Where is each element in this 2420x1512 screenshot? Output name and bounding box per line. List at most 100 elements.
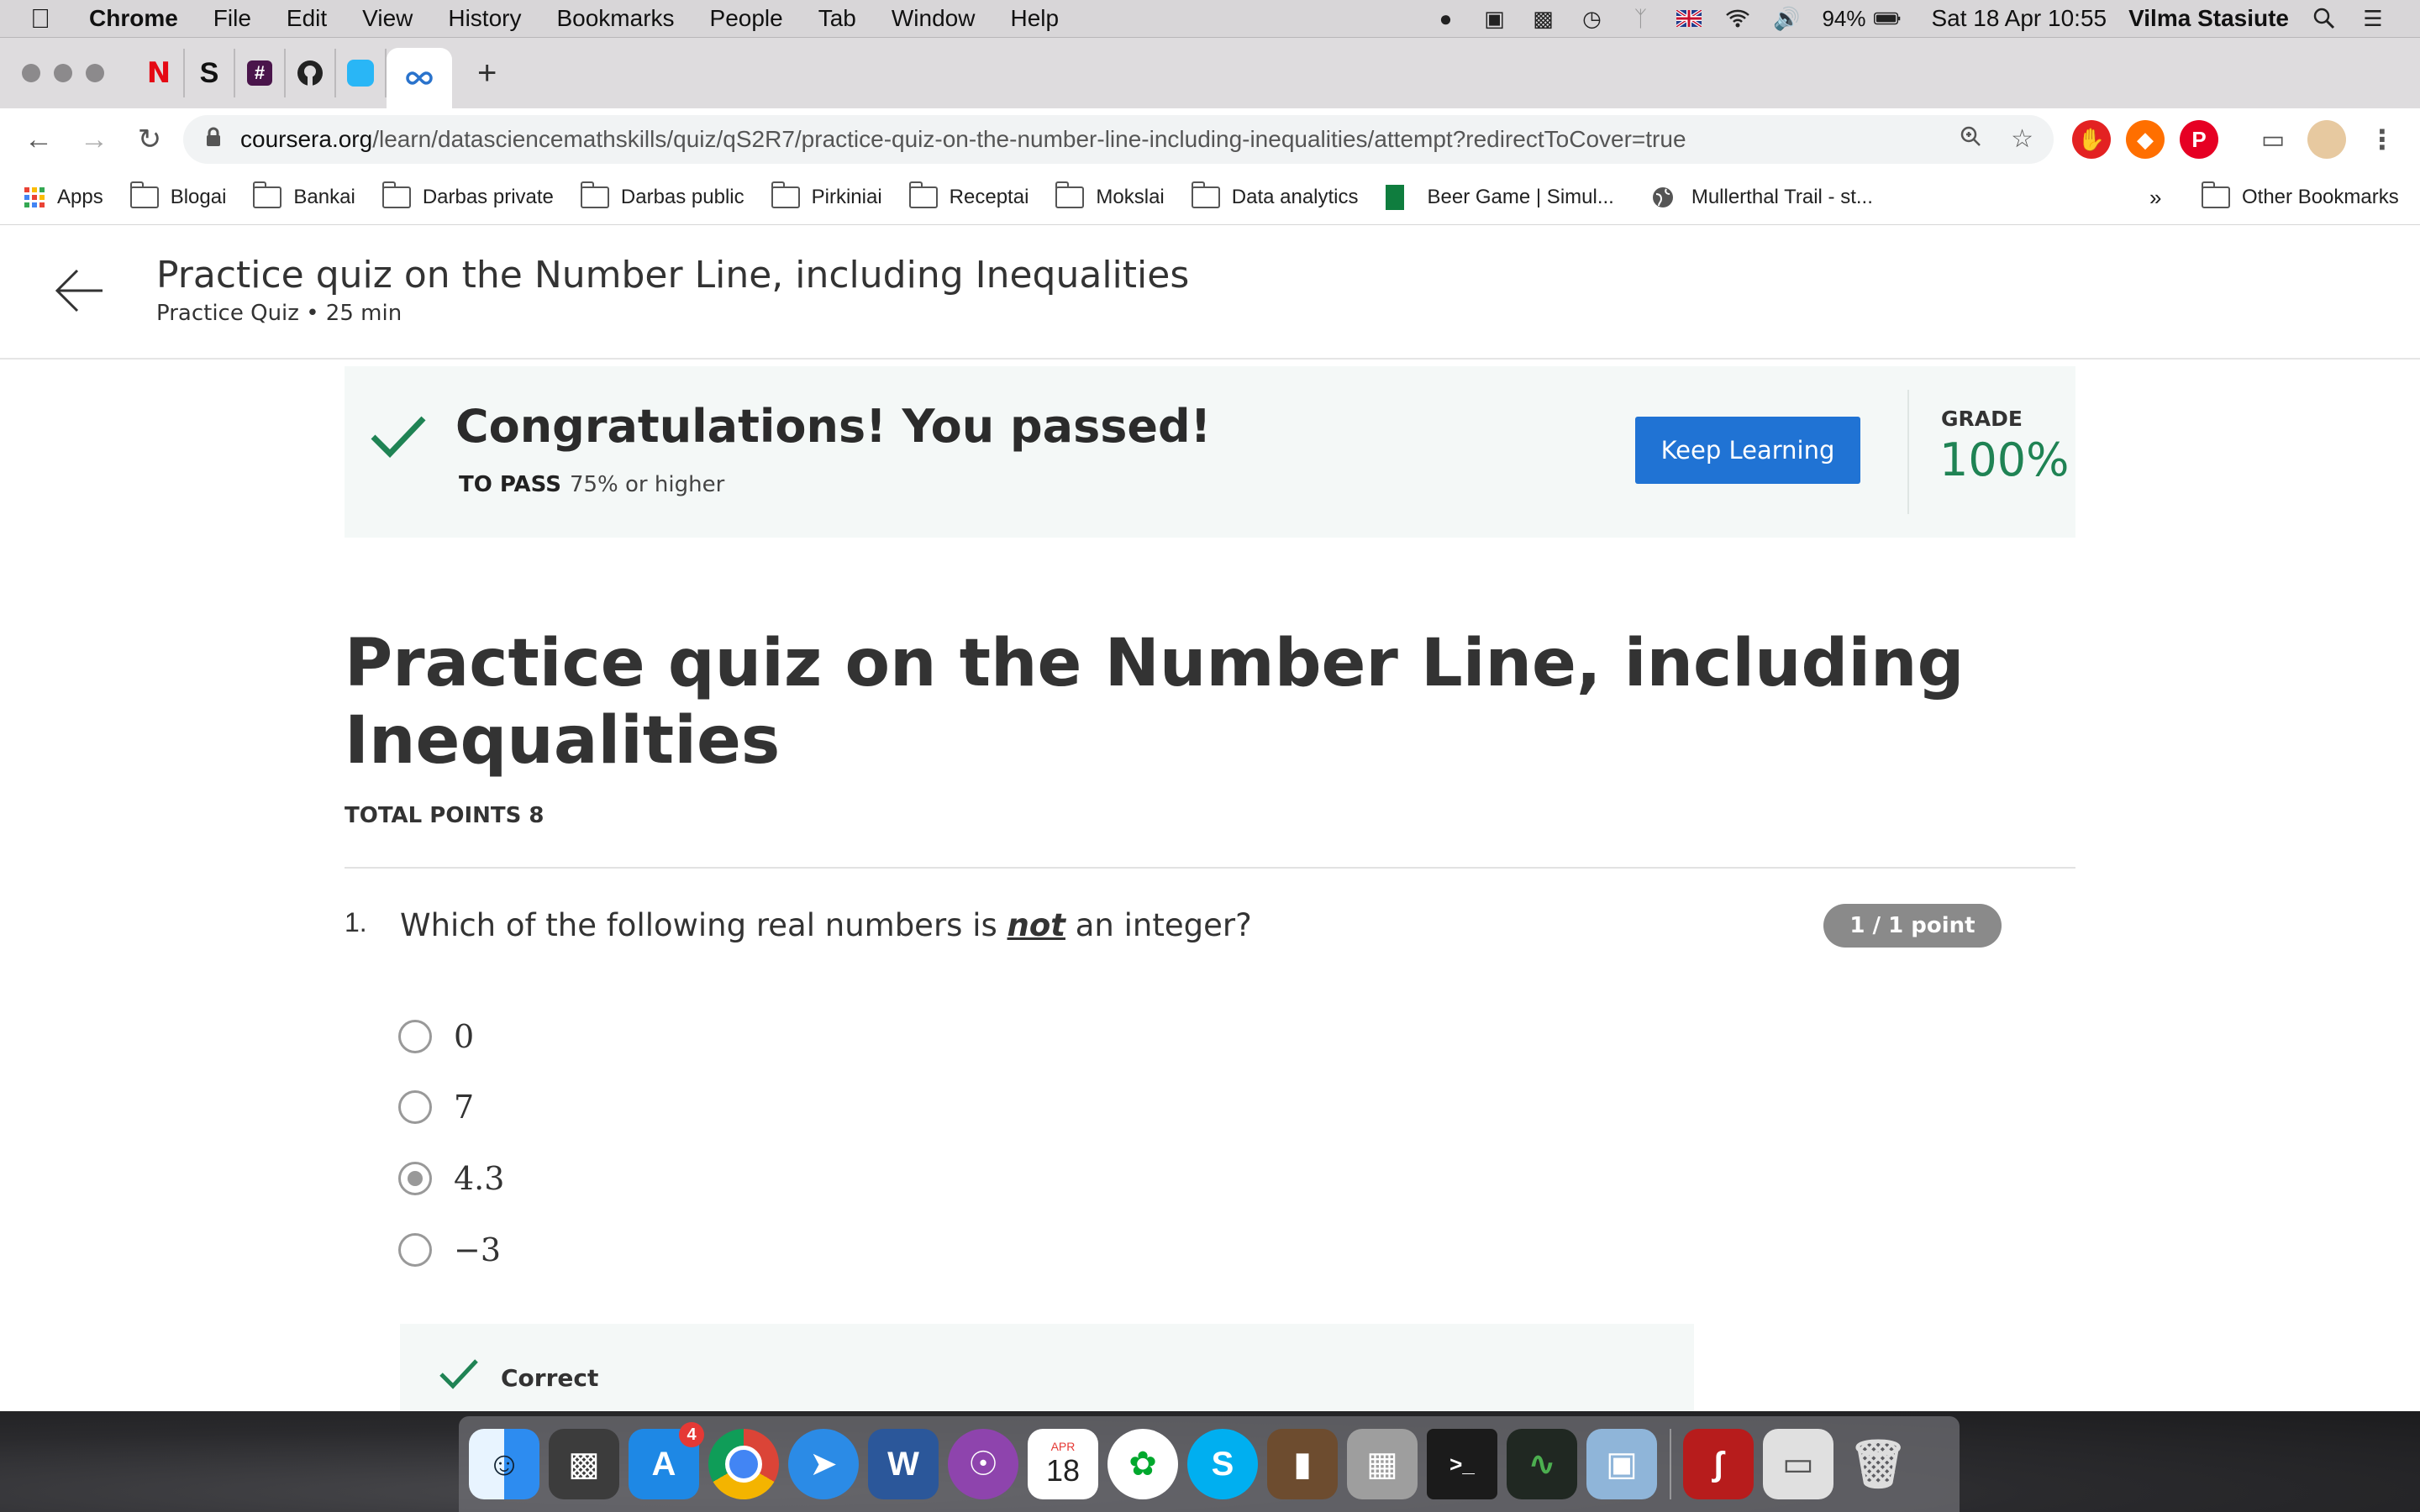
bookmark-folder-blogai[interactable]: Blogai — [129, 181, 226, 209]
back-arrow-icon[interactable] — [52, 264, 106, 318]
bookmark-star-icon[interactable]: ☆ — [2011, 124, 2033, 155]
answer-option-selected[interactable]: 4.3 — [398, 1160, 504, 1197]
menu-app-name[interactable]: Chrome — [89, 5, 178, 32]
image-capture-icon[interactable]: ▩ — [549, 1429, 619, 1499]
answer-option[interactable]: 0 — [398, 1018, 474, 1055]
bookmark-folder-receptai[interactable]: Receptai — [908, 181, 1028, 209]
close-window-button[interactable] — [22, 64, 40, 82]
menu-view[interactable]: View — [362, 5, 413, 32]
menu-file[interactable]: File — [213, 5, 251, 32]
tab-scribd[interactable]: S — [185, 49, 235, 97]
question-number: 1. — [345, 907, 367, 937]
profile-avatar[interactable] — [2307, 120, 2346, 159]
activity-monitor-icon[interactable]: ∿ — [1507, 1429, 1577, 1499]
skype-icon[interactable]: S — [1187, 1429, 1258, 1499]
check-icon — [439, 1359, 478, 1389]
bookmark-mullerthal-trail[interactable]: Mullerthal Trail - st... — [1651, 186, 1873, 209]
evernote-icon[interactable]: ✿ — [1107, 1429, 1178, 1499]
menu-window[interactable]: Window — [892, 5, 976, 32]
reload-icon[interactable]: ↻ — [133, 123, 166, 156]
menu-history[interactable]: History — [448, 5, 521, 32]
downloads-stack-icon[interactable]: ▭ — [1763, 1429, 1833, 1499]
bluetooth-icon[interactable]: ᛉ — [1627, 6, 1654, 31]
bookmark-beer-game[interactable]: Beer Game | Simul... — [1385, 185, 1614, 210]
tab-coursera-active[interactable] — [387, 48, 452, 108]
finder-icon[interactable]: ☺ — [469, 1429, 539, 1499]
answer-option[interactable]: 7 — [398, 1089, 474, 1126]
app-store-icon[interactable]: A4 — [629, 1422, 704, 1499]
calendar-icon[interactable]: APR 18 — [1028, 1429, 1098, 1499]
address-bar[interactable]: coursera.org/learn/datasciencemathskills… — [183, 115, 2054, 164]
tab-netflix[interactable]: N — [134, 49, 185, 97]
evernote-status-icon[interactable]: ● — [1432, 6, 1459, 31]
word-icon[interactable]: W — [868, 1429, 939, 1499]
bookmark-folder-pirkiniai[interactable]: Pirkiniai — [771, 181, 882, 209]
lock-icon[interactable] — [205, 127, 222, 153]
volume-icon[interactable]: 🔊 — [1773, 6, 1800, 31]
radio-button-selected[interactable] — [398, 1162, 432, 1195]
chrome-menu-icon[interactable]: ⋮ — [2363, 120, 2402, 159]
uk-flag-icon[interactable] — [1676, 7, 1702, 30]
other-bookmarks-folder[interactable]: Other Bookmarks — [2202, 181, 2399, 209]
keep-learning-button[interactable]: Keep Learning — [1635, 417, 1860, 484]
minimize-window-button[interactable] — [54, 64, 72, 82]
menubar-clock[interactable]: Sat 18 Apr 10:55 — [1931, 5, 2107, 32]
bookmark-folder-darbas-private[interactable]: Darbas private — [381, 181, 554, 209]
radio-button[interactable] — [398, 1090, 432, 1124]
trash-icon[interactable]: 🗑 — [1843, 1429, 1913, 1499]
answer-option[interactable]: −3 — [398, 1231, 501, 1268]
preview-icon[interactable]: ▣ — [1586, 1429, 1657, 1499]
grade-value: 100% — [1939, 433, 2070, 486]
adblock-extension-icon[interactable]: ✋ — [2072, 120, 2111, 159]
spotlight-search-icon[interactable] — [2311, 7, 2338, 30]
screenshot-status-icon[interactable]: ▣ — [1481, 6, 1507, 31]
app-store-badge: 4 — [679, 1422, 704, 1447]
tab-extension[interactable] — [336, 49, 387, 97]
podcasts-icon[interactable]: ☉ — [948, 1429, 1018, 1499]
menu-help[interactable]: Help — [1010, 5, 1059, 32]
menu-edit[interactable]: Edit — [287, 5, 327, 32]
zoom-icon[interactable] — [1959, 124, 1982, 155]
notification-center-icon[interactable]: ☰ — [2360, 6, 2386, 31]
calendar-month: APR — [1050, 1440, 1076, 1453]
header-title: Practice quiz on the Number Line, includ… — [156, 254, 1190, 297]
orange-extension-icon[interactable]: ◆ — [2126, 120, 2165, 159]
forward-nav-icon[interactable]: → — [77, 123, 111, 156]
time-machine-icon[interactable]: ◷ — [1578, 6, 1605, 31]
terminal-icon[interactable]: >_ — [1427, 1429, 1497, 1499]
bookmark-folder-darbas-public[interactable]: Darbas public — [580, 181, 744, 209]
new-tab-button[interactable]: + — [477, 55, 497, 92]
chrome-icon[interactable] — [708, 1429, 779, 1499]
wifi-icon[interactable] — [1724, 7, 1751, 30]
question-text: Which of the following real numbers is n… — [400, 907, 1252, 943]
bookmarks-overflow-button[interactable]: » — [2149, 185, 2161, 211]
calculator-icon[interactable]: ▦ — [1347, 1429, 1418, 1499]
cast-icon[interactable]: ▭ — [2254, 120, 2292, 159]
apple-menu-icon[interactable]:  — [30, 4, 55, 33]
bookmark-label: Data analytics — [1231, 186, 1359, 208]
menu-people[interactable]: People — [710, 5, 783, 32]
safari-icon[interactable]: ➤ — [788, 1429, 859, 1499]
radio-button[interactable] — [398, 1233, 432, 1267]
battery-percent[interactable]: 94% — [1822, 6, 1865, 32]
menu-tab[interactable]: Tab — [818, 5, 856, 32]
menubar-user[interactable]: Vilma Stasiute — [2128, 5, 2289, 32]
tab-slack[interactable]: # — [235, 49, 286, 97]
bookmark-folder-data-analytics[interactable]: Data analytics — [1191, 181, 1359, 209]
bookmark-folder-bankai[interactable]: Bankai — [253, 181, 355, 209]
bookmark-folder-mokslai[interactable]: Mokslai — [1055, 181, 1165, 209]
url-text[interactable]: coursera.org/learn/datasciencemathskills… — [240, 126, 1686, 153]
answer-feedback: Correct — [400, 1324, 1694, 1411]
bookmark-apps[interactable]: Apps — [24, 186, 103, 209]
acrobat-icon[interactable]: ∫ — [1683, 1429, 1754, 1499]
tab-github[interactable] — [286, 49, 336, 97]
pinterest-extension-icon[interactable]: P — [2180, 120, 2218, 159]
calibre-icon[interactable]: ▮ — [1267, 1429, 1338, 1499]
screen-record-icon[interactable]: ▩ — [1529, 6, 1556, 31]
zoom-window-button[interactable] — [86, 64, 104, 82]
battery-icon[interactable] — [1874, 7, 1901, 30]
menu-bookmarks[interactable]: Bookmarks — [556, 5, 674, 32]
back-nav-icon[interactable]: ← — [22, 123, 55, 156]
radio-button[interactable] — [398, 1020, 432, 1053]
bookmarks-bar: Apps Blogai Bankai Darbas private Darbas… — [0, 171, 2420, 226]
